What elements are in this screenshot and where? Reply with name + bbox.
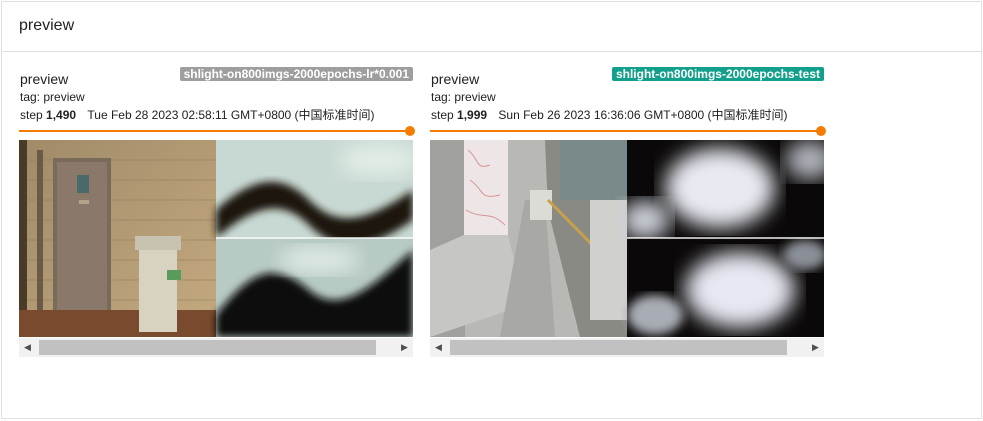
scroll-left-arrow-icon[interactable]: ◀ (430, 338, 447, 357)
horizontal-scrollbar[interactable]: ◀ ▶ (19, 338, 413, 357)
run-badge: shlight-on800imgs-2000epochs-lr*0.001 (179, 67, 413, 81)
scroll-right-arrow-icon[interactable]: ▶ (396, 338, 413, 357)
step-label: step (20, 108, 43, 122)
panel-header: preview (2, 2, 981, 52)
step-slider-track[interactable] (19, 130, 409, 132)
step-value: 1,999 (457, 108, 488, 122)
scrollbar-thumb[interactable] (39, 340, 376, 355)
scroll-right-arrow-icon[interactable]: ▶ (807, 338, 824, 357)
image-card: shlight-on800imgs-2000epochs-test previe… (430, 52, 826, 362)
preview-panel: preview shlight-on800imgs-2000epochs-lr*… (1, 1, 982, 419)
card-tag: tag: preview (20, 90, 85, 104)
preview-image (19, 140, 413, 337)
run-badge: shlight-on800imgs-2000epochs-test (611, 67, 824, 81)
step-label: step (431, 108, 454, 122)
step-value: 1,490 (46, 108, 77, 122)
card-step-info: step 1,490 Tue Feb 28 2023 02:58:11 GMT+… (20, 106, 375, 123)
step-slider-track[interactable] (430, 130, 820, 132)
card-tag: tag: preview (431, 90, 496, 104)
horizontal-scrollbar[interactable]: ◀ ▶ (430, 338, 824, 357)
step-date: Sun Feb 26 2023 16:36:06 GMT+0800 (中国标准时… (498, 108, 788, 122)
step-slider-thumb[interactable] (816, 126, 826, 136)
step-slider-thumb[interactable] (405, 126, 415, 136)
card-step-info: step 1,999 Sun Feb 26 2023 16:36:06 GMT+… (431, 106, 788, 123)
step-date: Tue Feb 28 2023 02:58:11 GMT+0800 (中国标准时… (87, 108, 375, 122)
scrollbar-thumb[interactable] (450, 340, 787, 355)
card-title: preview (20, 71, 69, 87)
panel-title: preview (19, 17, 75, 34)
preview-image (430, 140, 824, 337)
card-title: preview (431, 71, 480, 87)
scroll-left-arrow-icon[interactable]: ◀ (19, 338, 36, 357)
image-card: shlight-on800imgs-2000epochs-lr*0.001 pr… (19, 52, 415, 362)
